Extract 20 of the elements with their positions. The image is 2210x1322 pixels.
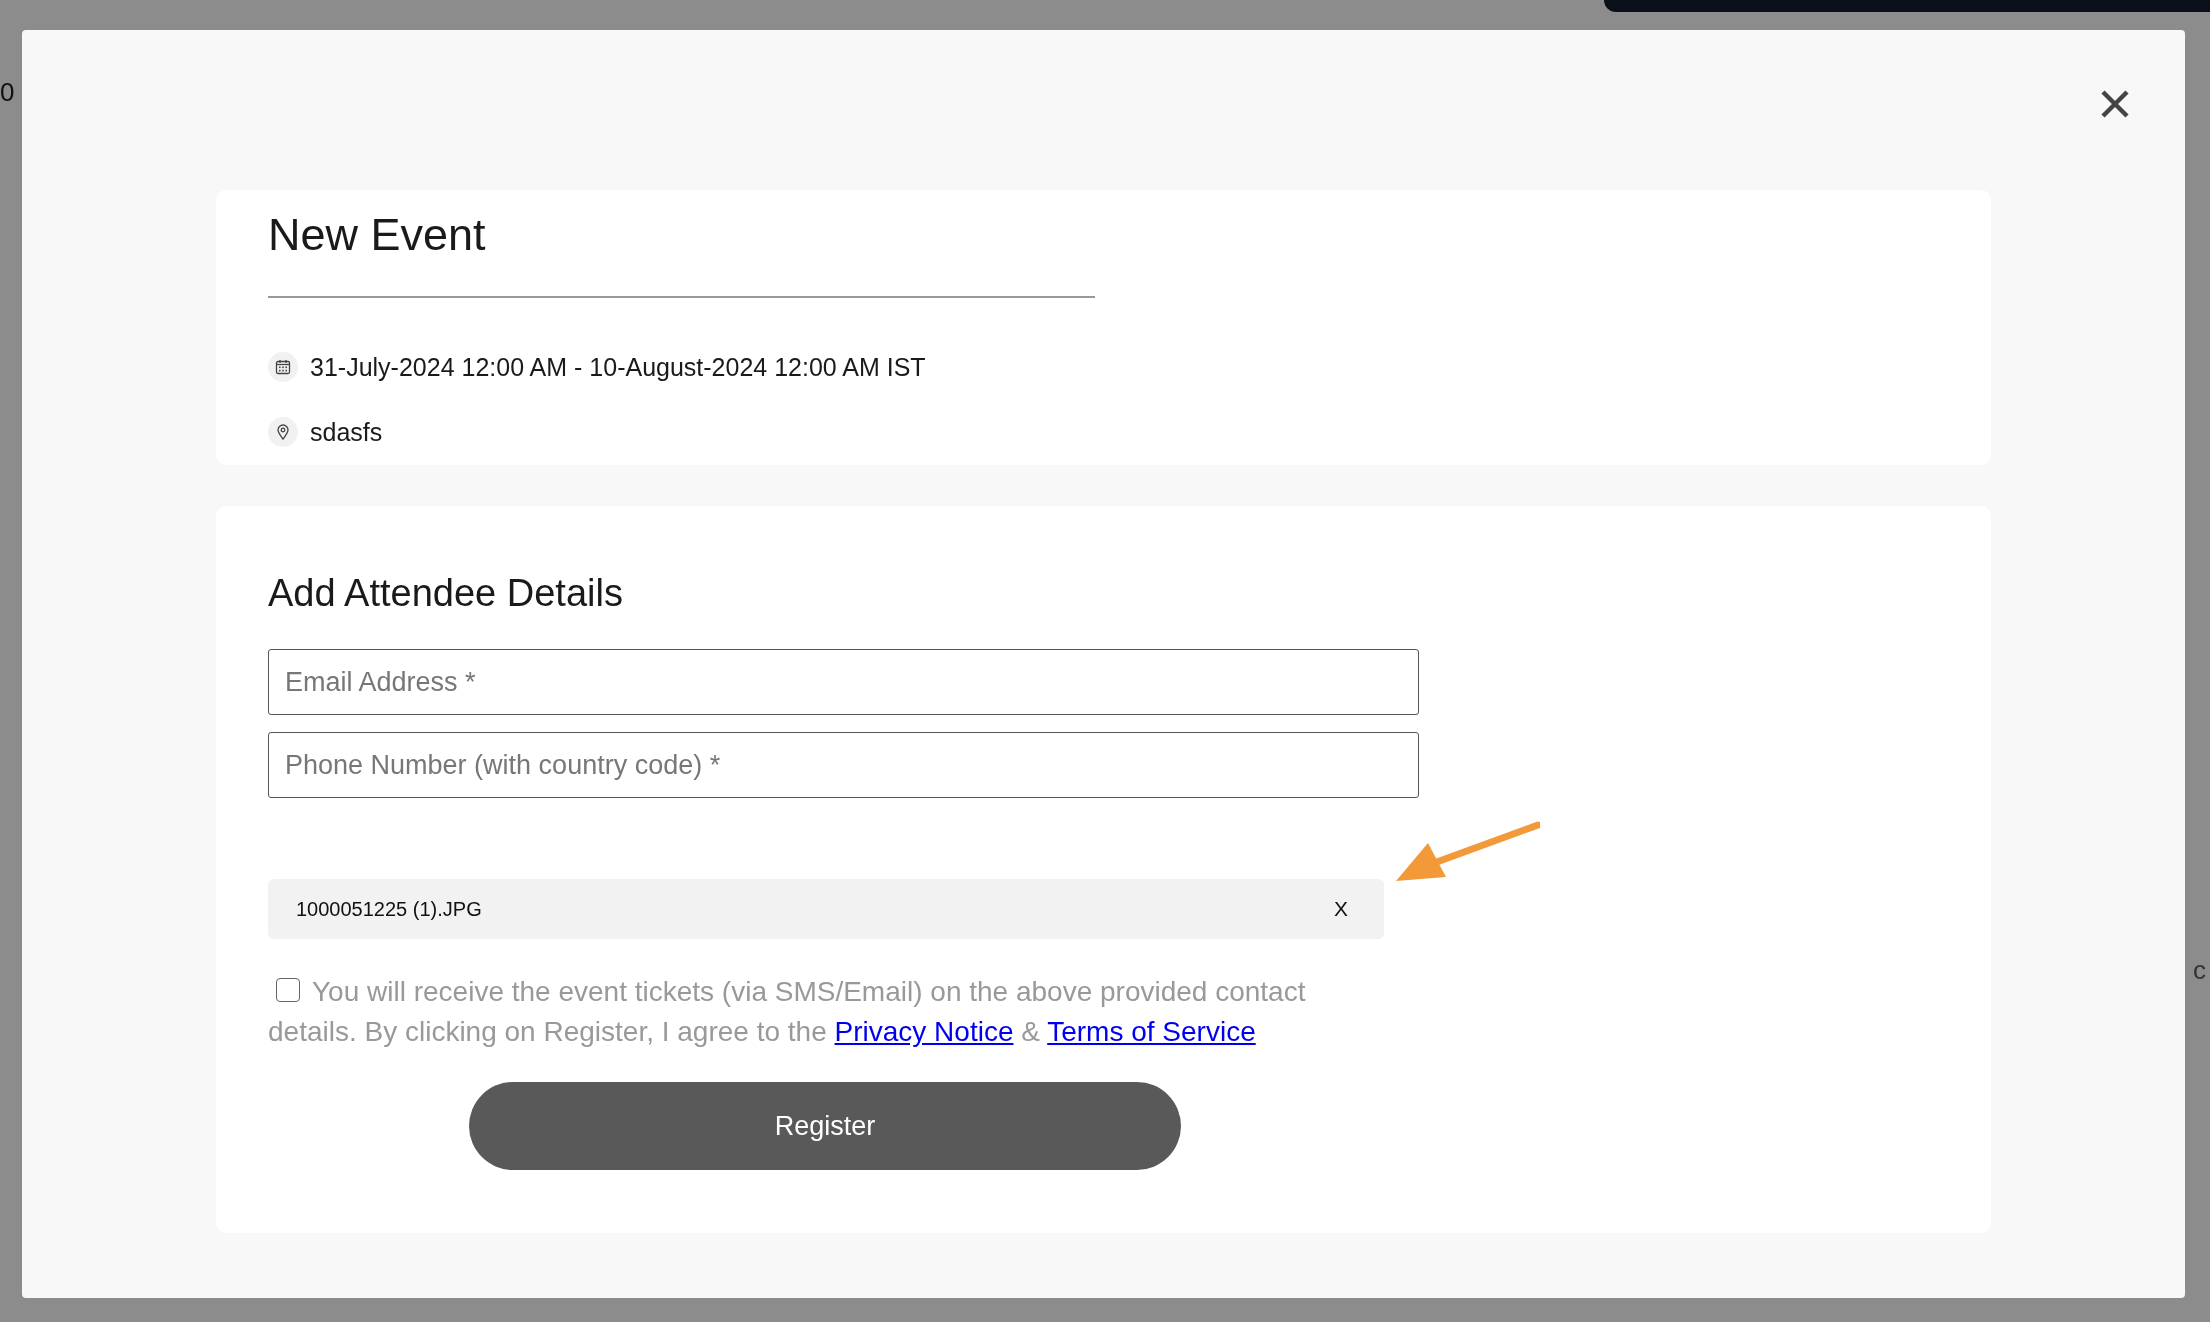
close-icon xyxy=(2100,89,2130,119)
terms-of-service-link[interactable]: Terms of Service xyxy=(1047,1016,1256,1047)
calendar-icon xyxy=(268,352,298,382)
privacy-notice-link[interactable]: Privacy Notice xyxy=(834,1016,1014,1047)
close-button[interactable] xyxy=(2100,89,2130,119)
consent-text: You will receive the event tickets (via SMS/Email) on the above provided contact details. By clicking on Register, I agree to the Privacy Notice & Terms of Service xyxy=(268,975,1307,1049)
remove-file-button[interactable]: X xyxy=(1334,893,1348,925)
background-text: 0 xyxy=(0,76,15,109)
event-title: New Event xyxy=(268,210,486,260)
consent-checkbox[interactable] xyxy=(276,978,300,1002)
phone-field[interactable]: Phone Number (with country code) * xyxy=(268,732,1419,798)
event-location: sdasfs xyxy=(310,417,383,448)
section-heading: Add Attendee Details xyxy=(268,571,623,616)
event-date-range: 31-July-2024 12:00 AM - 10-August-2024 12:00 AM IST xyxy=(310,352,926,383)
arrow-icon xyxy=(1394,821,1540,883)
register-button[interactable]: Register xyxy=(469,1082,1181,1170)
email-field[interactable]: Email Address * xyxy=(268,649,1419,715)
location-pin-icon xyxy=(268,417,298,447)
file-name: 1000051225 (1).JPG xyxy=(296,897,482,922)
background-text: c xyxy=(2193,954,2206,987)
